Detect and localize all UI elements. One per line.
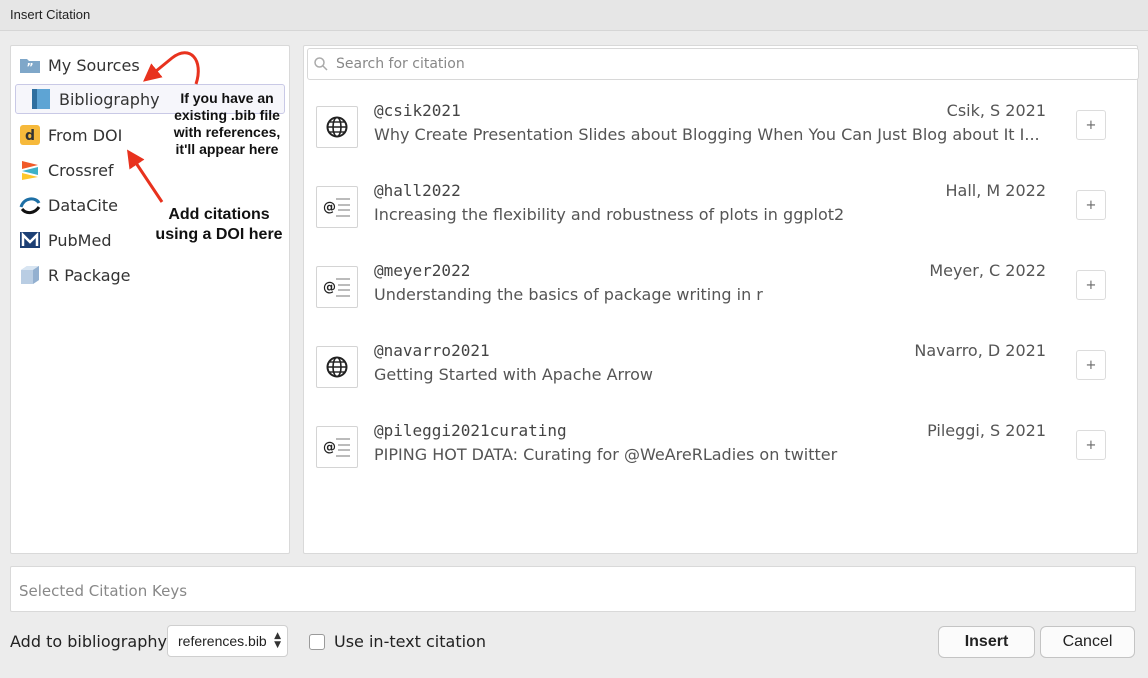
datacite-icon — [19, 194, 41, 216]
citation-title: Understanding the basics of package writ… — [374, 285, 763, 304]
r-package-icon — [19, 264, 41, 286]
citation-author: Hall, M 2022 — [945, 181, 1046, 200]
article-icon: @ — [316, 266, 358, 308]
citation-key: @hall2022 — [374, 181, 461, 200]
annotation-line: Add citations — [168, 206, 270, 223]
globe-icon — [316, 106, 358, 148]
doi-annotation: Add citations using a DOI here — [146, 205, 292, 245]
add-citation-button[interactable]: + — [1076, 110, 1106, 140]
add-citation-button[interactable]: + — [1076, 350, 1106, 380]
svg-text:@: @ — [323, 200, 336, 215]
sidebar-item-label: PubMed — [48, 230, 112, 250]
globe-icon — [316, 346, 358, 388]
sidebar-item-label: DataCite — [48, 195, 118, 215]
selected-citation-keys-field[interactable]: Selected Citation Keys — [10, 566, 1136, 612]
citation-key: @meyer2022 — [374, 261, 471, 280]
citation-key: @csik2021 — [374, 101, 461, 120]
add-citation-button[interactable]: + — [1076, 270, 1106, 300]
annotation-line: with references, — [173, 124, 281, 140]
add-citation-button[interactable]: + — [1076, 430, 1106, 460]
citation-key: @pileggi2021curating — [374, 421, 567, 440]
sidebar-item-label: R Package — [48, 265, 131, 285]
in-text-citation-label[interactable]: Use in-text citation — [334, 632, 486, 651]
window-title: Insert Citation — [10, 7, 91, 22]
citation-results-panel: @csik2021 Csik, S 2021 Why Create Presen… — [303, 45, 1139, 554]
insert-button[interactable]: Insert — [938, 626, 1035, 658]
sidebar-item-label: From DOI — [48, 125, 123, 145]
article-icon: @ — [316, 426, 358, 468]
title-bar: Insert Citation — [0, 0, 1148, 31]
search-icon — [314, 57, 328, 71]
citation-row[interactable]: @ @hall2022 Hall, M 2022 Increasing the … — [316, 174, 1116, 238]
citation-title: Increasing the flexibility and robustnes… — [374, 205, 845, 224]
doi-icon: d — [19, 124, 41, 146]
svg-text:d: d — [25, 128, 35, 144]
citation-row[interactable]: @ @meyer2022 Meyer, C 2022 Understanding… — [316, 254, 1116, 318]
svg-text:@: @ — [323, 280, 336, 295]
search-box[interactable] — [307, 48, 1139, 80]
annotation-line: using a DOI here — [155, 226, 283, 243]
annotation-line: If you have an — [180, 90, 274, 106]
citation-author: Pileggi, S 2021 — [927, 421, 1046, 440]
citation-author: Meyer, C 2022 — [929, 261, 1046, 280]
svg-text:@: @ — [323, 440, 336, 455]
annotation-line: it'll appear here — [175, 141, 279, 157]
sidebar-item-my-sources[interactable]: ” My Sources — [19, 51, 281, 79]
select-arrows-icon: ▲ ▼ — [274, 631, 281, 650]
add-to-bibliography-label: Add to bibliography: — [10, 632, 172, 651]
citation-row[interactable]: @ @pileggi2021curating Pileggi, S 2021 P… — [316, 414, 1116, 478]
svg-text:”: ” — [26, 61, 33, 74]
citation-row[interactable]: @navarro2021 Navarro, D 2021 Getting Sta… — [316, 334, 1116, 398]
bibliography-select-value: references.bib — [178, 633, 267, 649]
sidebar-item-crossref[interactable]: Crossref — [19, 156, 281, 184]
citation-title: Why Create Presentation Slides about Blo… — [374, 125, 1040, 144]
book-icon — [30, 88, 52, 110]
citation-author: Csik, S 2021 — [946, 101, 1046, 120]
bib-annotation: If you have an existing .bib file with r… — [164, 90, 290, 158]
in-text-citation-checkbox[interactable] — [309, 634, 325, 650]
citation-title: Getting Started with Apache Arrow — [374, 365, 653, 384]
crossref-icon — [19, 159, 41, 181]
sidebar-item-r-package[interactable]: R Package — [19, 261, 281, 289]
citation-title: PIPING HOT DATA: Curating for @WeAreRLad… — [374, 445, 838, 464]
sidebar-item-label: My Sources — [48, 55, 140, 75]
sidebar-item-label: Bibliography — [59, 89, 160, 109]
citation-key: @navarro2021 — [374, 341, 490, 360]
citation-row[interactable]: @csik2021 Csik, S 2021 Why Create Presen… — [316, 94, 1116, 158]
selected-keys-placeholder: Selected Citation Keys — [19, 582, 188, 600]
add-citation-button[interactable]: + — [1076, 190, 1106, 220]
search-input[interactable] — [334, 55, 1118, 73]
citation-author: Navarro, D 2021 — [914, 341, 1046, 360]
cancel-button[interactable]: Cancel — [1040, 626, 1135, 658]
my-sources-icon: ” — [19, 54, 41, 76]
annotation-line: existing .bib file — [174, 107, 280, 123]
sidebar-item-label: Crossref — [48, 160, 114, 180]
pubmed-icon — [19, 229, 41, 251]
bibliography-select[interactable]: references.bib ▲ ▼ — [167, 625, 288, 657]
article-icon: @ — [316, 186, 358, 228]
